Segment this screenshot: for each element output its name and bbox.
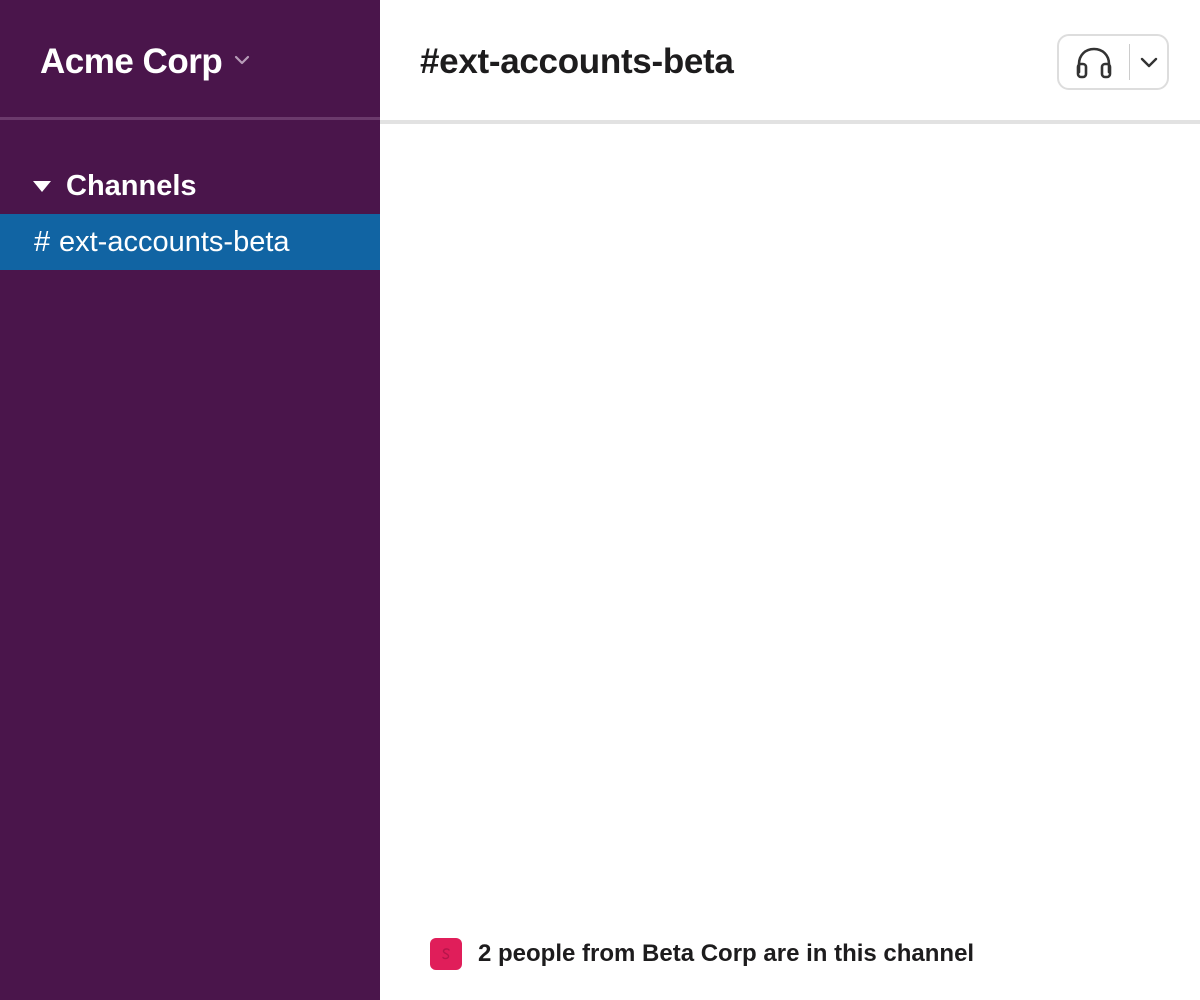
slack-app: Acme Corp Channels # ext-accounts-beta #…: [0, 0, 1200, 1000]
channel-title[interactable]: #ext-accounts-beta: [420, 40, 734, 84]
chevron-down-icon: [234, 55, 250, 65]
sidebar-item-ext-accounts-beta[interactable]: # ext-accounts-beta: [0, 214, 380, 270]
sidebar: Acme Corp Channels # ext-accounts-beta: [0, 0, 380, 1000]
message-list: [380, 124, 1200, 924]
chevron-down-icon: [1140, 57, 1158, 68]
channel-header: #ext-accounts-beta: [380, 0, 1200, 124]
channels-section-label: Channels: [66, 170, 197, 202]
headphones-icon: [1076, 47, 1112, 79]
channels-section-header[interactable]: Channels: [0, 160, 380, 210]
huddle-options-button[interactable]: [1130, 36, 1169, 88]
channel-hash-prefix: #: [34, 226, 51, 258]
organization-logo-icon: [430, 938, 462, 970]
caret-down-icon: [33, 181, 51, 192]
notice-text: 2 people from Beta Corp are in this chan…: [478, 940, 975, 967]
huddle-button[interactable]: [1059, 36, 1129, 88]
huddle-control: [1057, 34, 1169, 90]
channel-view: #ext-accounts-beta 2 people from Beta Co…: [380, 0, 1200, 1000]
workspace-switcher[interactable]: Acme Corp: [0, 0, 380, 120]
sidebar-item-label: ext-accounts-beta: [59, 226, 290, 258]
workspace-name: Acme Corp: [40, 42, 223, 81]
